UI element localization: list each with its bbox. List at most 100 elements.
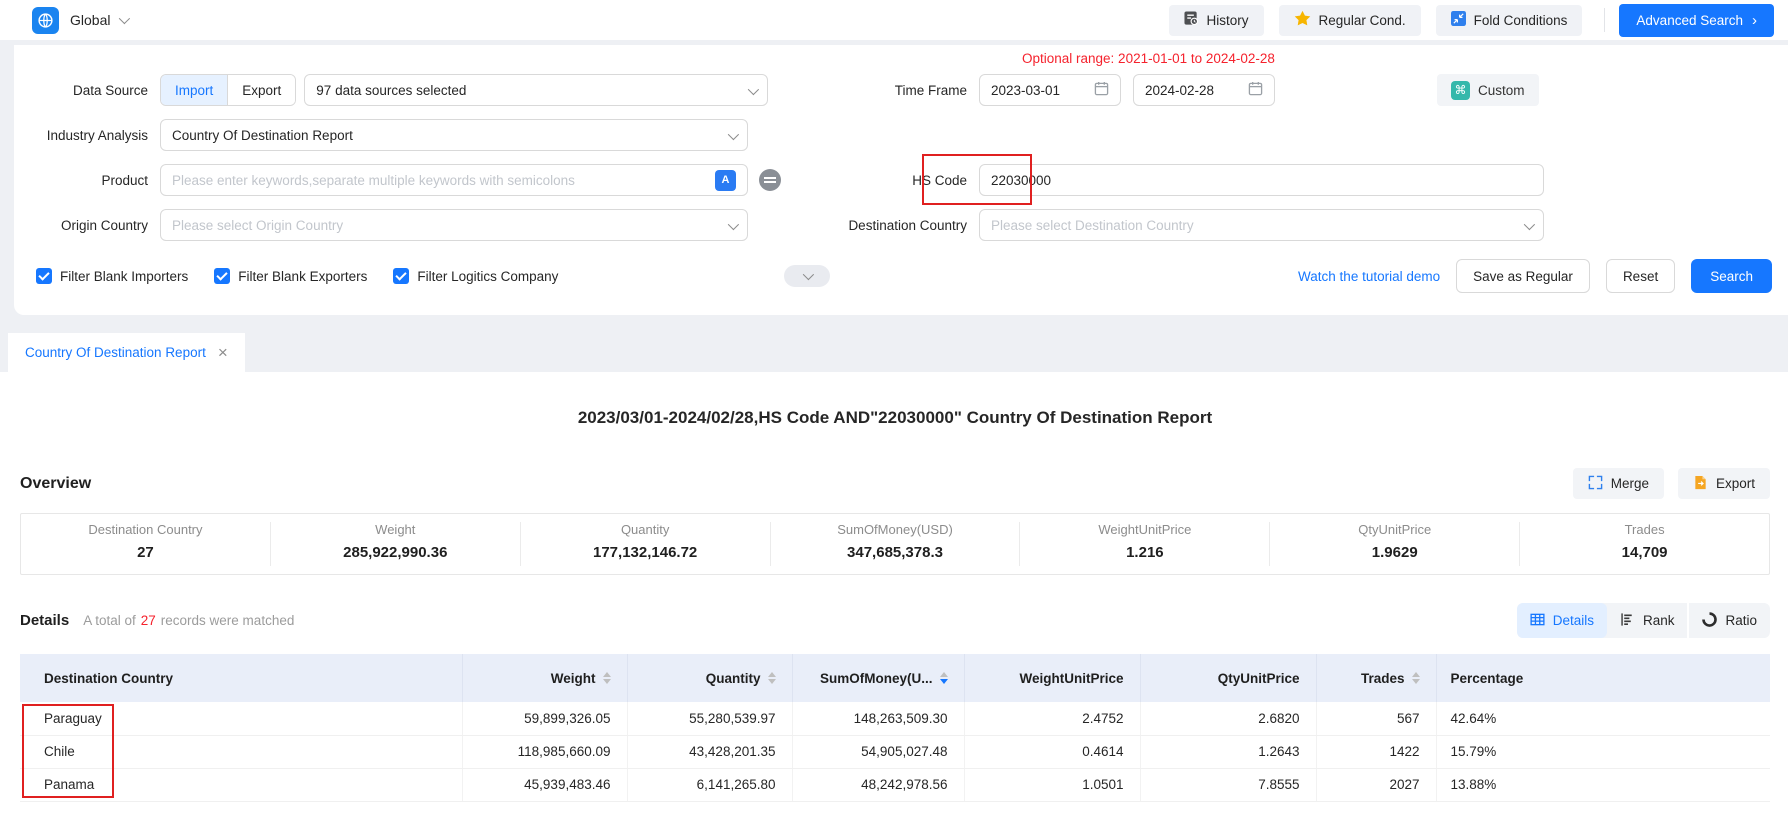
cell-sum-of-money: 48,242,978.56 <box>792 768 964 801</box>
merge-label: Merge <box>1611 476 1649 491</box>
hs-code-input[interactable]: 22030000 <box>979 164 1544 196</box>
form-row-countries: Origin Country Please select Origin Coun… <box>14 209 1772 241</box>
fold-conditions-label: Fold Conditions <box>1474 13 1568 28</box>
time-frame-label: Time Frame <box>774 83 979 98</box>
advanced-search-button[interactable]: Advanced Search › <box>1619 4 1774 37</box>
view-rank-button[interactable]: Rank <box>1607 603 1688 638</box>
sort-icon[interactable] <box>603 672 611 684</box>
tab-label: Country Of Destination Report <box>25 345 206 360</box>
import-toggle[interactable]: Import <box>161 75 227 105</box>
fold-icon <box>1451 11 1466 29</box>
col-percentage[interactable]: Percentage <box>1437 671 1771 686</box>
export-toggle[interactable]: Export <box>227 75 295 105</box>
view-rank-label: Rank <box>1643 613 1675 628</box>
cell-country[interactable]: Panama <box>20 768 462 801</box>
sort-icon[interactable] <box>768 672 776 684</box>
translate-icon[interactable]: A <box>715 170 736 191</box>
advanced-search-label: Advanced Search <box>1636 13 1743 28</box>
history-button[interactable]: History <box>1169 5 1264 36</box>
globe-icon[interactable] <box>32 7 59 34</box>
cell-weight-unit-price: 2.4752 <box>964 702 1140 735</box>
matched-suffix: records were matched <box>161 613 295 628</box>
custom-time-button[interactable]: ⌘ Custom <box>1437 74 1539 106</box>
destination-country-select[interactable]: Please select Destination Country <box>979 209 1544 241</box>
result-tab-bar: Country Of Destination Report × <box>0 333 1788 372</box>
data-sources-select[interactable]: 97 data sources selected <box>304 74 768 106</box>
col-destination-country[interactable]: Destination Country <box>20 671 462 686</box>
save-as-regular-button[interactable]: Save as Regular <box>1456 259 1590 293</box>
view-ratio-button[interactable]: Ratio <box>1687 603 1770 638</box>
filter-blank-exporters-label: Filter Blank Exporters <box>238 269 367 284</box>
ratio-donut-icon <box>1702 612 1717 630</box>
industry-analysis-select[interactable]: Country Of Destination Report <box>160 119 748 151</box>
form-row-filters: Filter Blank Importers Filter Blank Expo… <box>14 259 1772 293</box>
filter-blank-importers-checkbox[interactable]: Filter Blank Importers <box>36 268 188 284</box>
cell-percentage: 42.64% <box>1436 702 1770 735</box>
details-header-row: Details A total of27records were matched… <box>20 603 1770 638</box>
form-row-product-hscode: Product Please enter keywords,separate m… <box>14 164 1772 196</box>
overview-stats-card: Destination Country 27 Weight 285,922,99… <box>20 513 1770 575</box>
view-details-button[interactable]: Details <box>1517 603 1607 638</box>
table-row-paraguay[interactable]: Paraguay 59,899,326.05 55,280,539.97 148… <box>20 702 1770 735</box>
table-row-chile[interactable]: Chile 118,985,660.09 43,428,201.35 54,90… <box>20 735 1770 768</box>
col-trades[interactable]: Trades <box>1317 671 1436 686</box>
destination-country-label: Destination Country <box>774 218 979 233</box>
records-matched-text: A total of27records were matched <box>83 613 294 628</box>
filter-logitics-company-checkbox[interactable]: Filter Logitics Company <box>393 268 558 284</box>
tab-close-icon[interactable]: × <box>218 344 228 361</box>
col-quantity[interactable]: Quantity <box>628 671 792 686</box>
cell-country[interactable]: Paraguay <box>20 702 462 735</box>
history-button-label: History <box>1207 13 1249 28</box>
tab-country-of-destination-report[interactable]: Country Of Destination Report × <box>8 333 245 372</box>
col-qty-unit-price[interactable]: QtyUnitPrice <box>1141 671 1316 686</box>
region-selector-label[interactable]: Global <box>70 12 110 28</box>
fold-conditions-button[interactable]: Fold Conditions <box>1436 5 1583 36</box>
origin-country-select[interactable]: Please select Origin Country <box>160 209 748 241</box>
collapse-form-button[interactable] <box>784 265 830 287</box>
cell-weight-unit-price: 1.0501 <box>964 768 1140 801</box>
stat-value: 14,709 <box>1520 544 1769 561</box>
details-heading: Details <box>20 612 69 629</box>
col-sum-of-money[interactable]: SumOfMoney(U... <box>793 671 964 686</box>
stat-label: Quantity <box>521 522 770 537</box>
stat-sum-of-money: SumOfMoney(USD) 347,685,378.3 <box>770 522 1020 566</box>
chevron-down-icon <box>803 269 814 280</box>
stat-quantity: Quantity 177,132,146.72 <box>520 522 770 566</box>
filter-blank-exporters-checkbox[interactable]: Filter Blank Exporters <box>214 268 367 284</box>
stat-label: Destination Country <box>21 522 270 537</box>
reset-button[interactable]: Reset <box>1606 259 1675 293</box>
cell-trades: 1422 <box>1316 735 1436 768</box>
regular-cond-button[interactable]: Regular Cond. <box>1279 5 1421 36</box>
region-chevron-down-icon[interactable] <box>119 13 130 24</box>
col-weight-unit-price[interactable]: WeightUnitPrice <box>965 671 1140 686</box>
cell-country[interactable]: Chile <box>20 735 462 768</box>
stat-label: QtyUnitPrice <box>1270 522 1519 537</box>
form-row-data-source: Data Source Import Export 97 data source… <box>14 74 1772 106</box>
cell-sum-of-money: 54,905,027.48 <box>792 735 964 768</box>
cell-weight: 118,985,660.09 <box>462 735 627 768</box>
sort-icon-active-desc[interactable] <box>940 672 948 684</box>
top-bar: Global History Regular Cond. Fold Condit… <box>0 0 1788 40</box>
hs-code-label: HS Code <box>774 173 979 188</box>
merge-button[interactable]: Merge <box>1573 468 1664 499</box>
tutorial-link[interactable]: Watch the tutorial demo <box>1298 269 1440 284</box>
details-table-wrap: Destination Country Weight Quantity SumO… <box>20 654 1770 802</box>
matched-count: 27 <box>141 613 156 628</box>
origin-country-label: Origin Country <box>14 218 160 233</box>
cell-quantity: 55,280,539.97 <box>627 702 792 735</box>
date-start-input[interactable]: 2023-03-01 <box>979 74 1121 106</box>
report-content: 2023/03/01-2024/02/28,HS Code AND"220300… <box>0 372 1788 833</box>
export-button[interactable]: Export <box>1678 468 1770 499</box>
export-icon <box>1693 475 1708 493</box>
col-weight[interactable]: Weight <box>463 671 627 686</box>
table-row-panama[interactable]: Panama 45,939,483.46 6,141,265.80 48,242… <box>20 768 1770 801</box>
stat-value: 177,132,146.72 <box>521 544 770 561</box>
search-button[interactable]: Search <box>1691 259 1772 293</box>
filter-logitics-company-label: Filter Logitics Company <box>417 269 558 284</box>
stat-label: WeightUnitPrice <box>1020 522 1269 537</box>
date-end-input[interactable]: 2024-02-28 <box>1133 74 1275 106</box>
date-end-value: 2024-02-28 <box>1145 83 1214 98</box>
product-input[interactable]: Please enter keywords,separate multiple … <box>160 164 748 196</box>
sort-icon[interactable] <box>1412 672 1420 684</box>
topbar-actions: History Regular Cond. Fold Conditions Ad… <box>1154 4 1774 37</box>
